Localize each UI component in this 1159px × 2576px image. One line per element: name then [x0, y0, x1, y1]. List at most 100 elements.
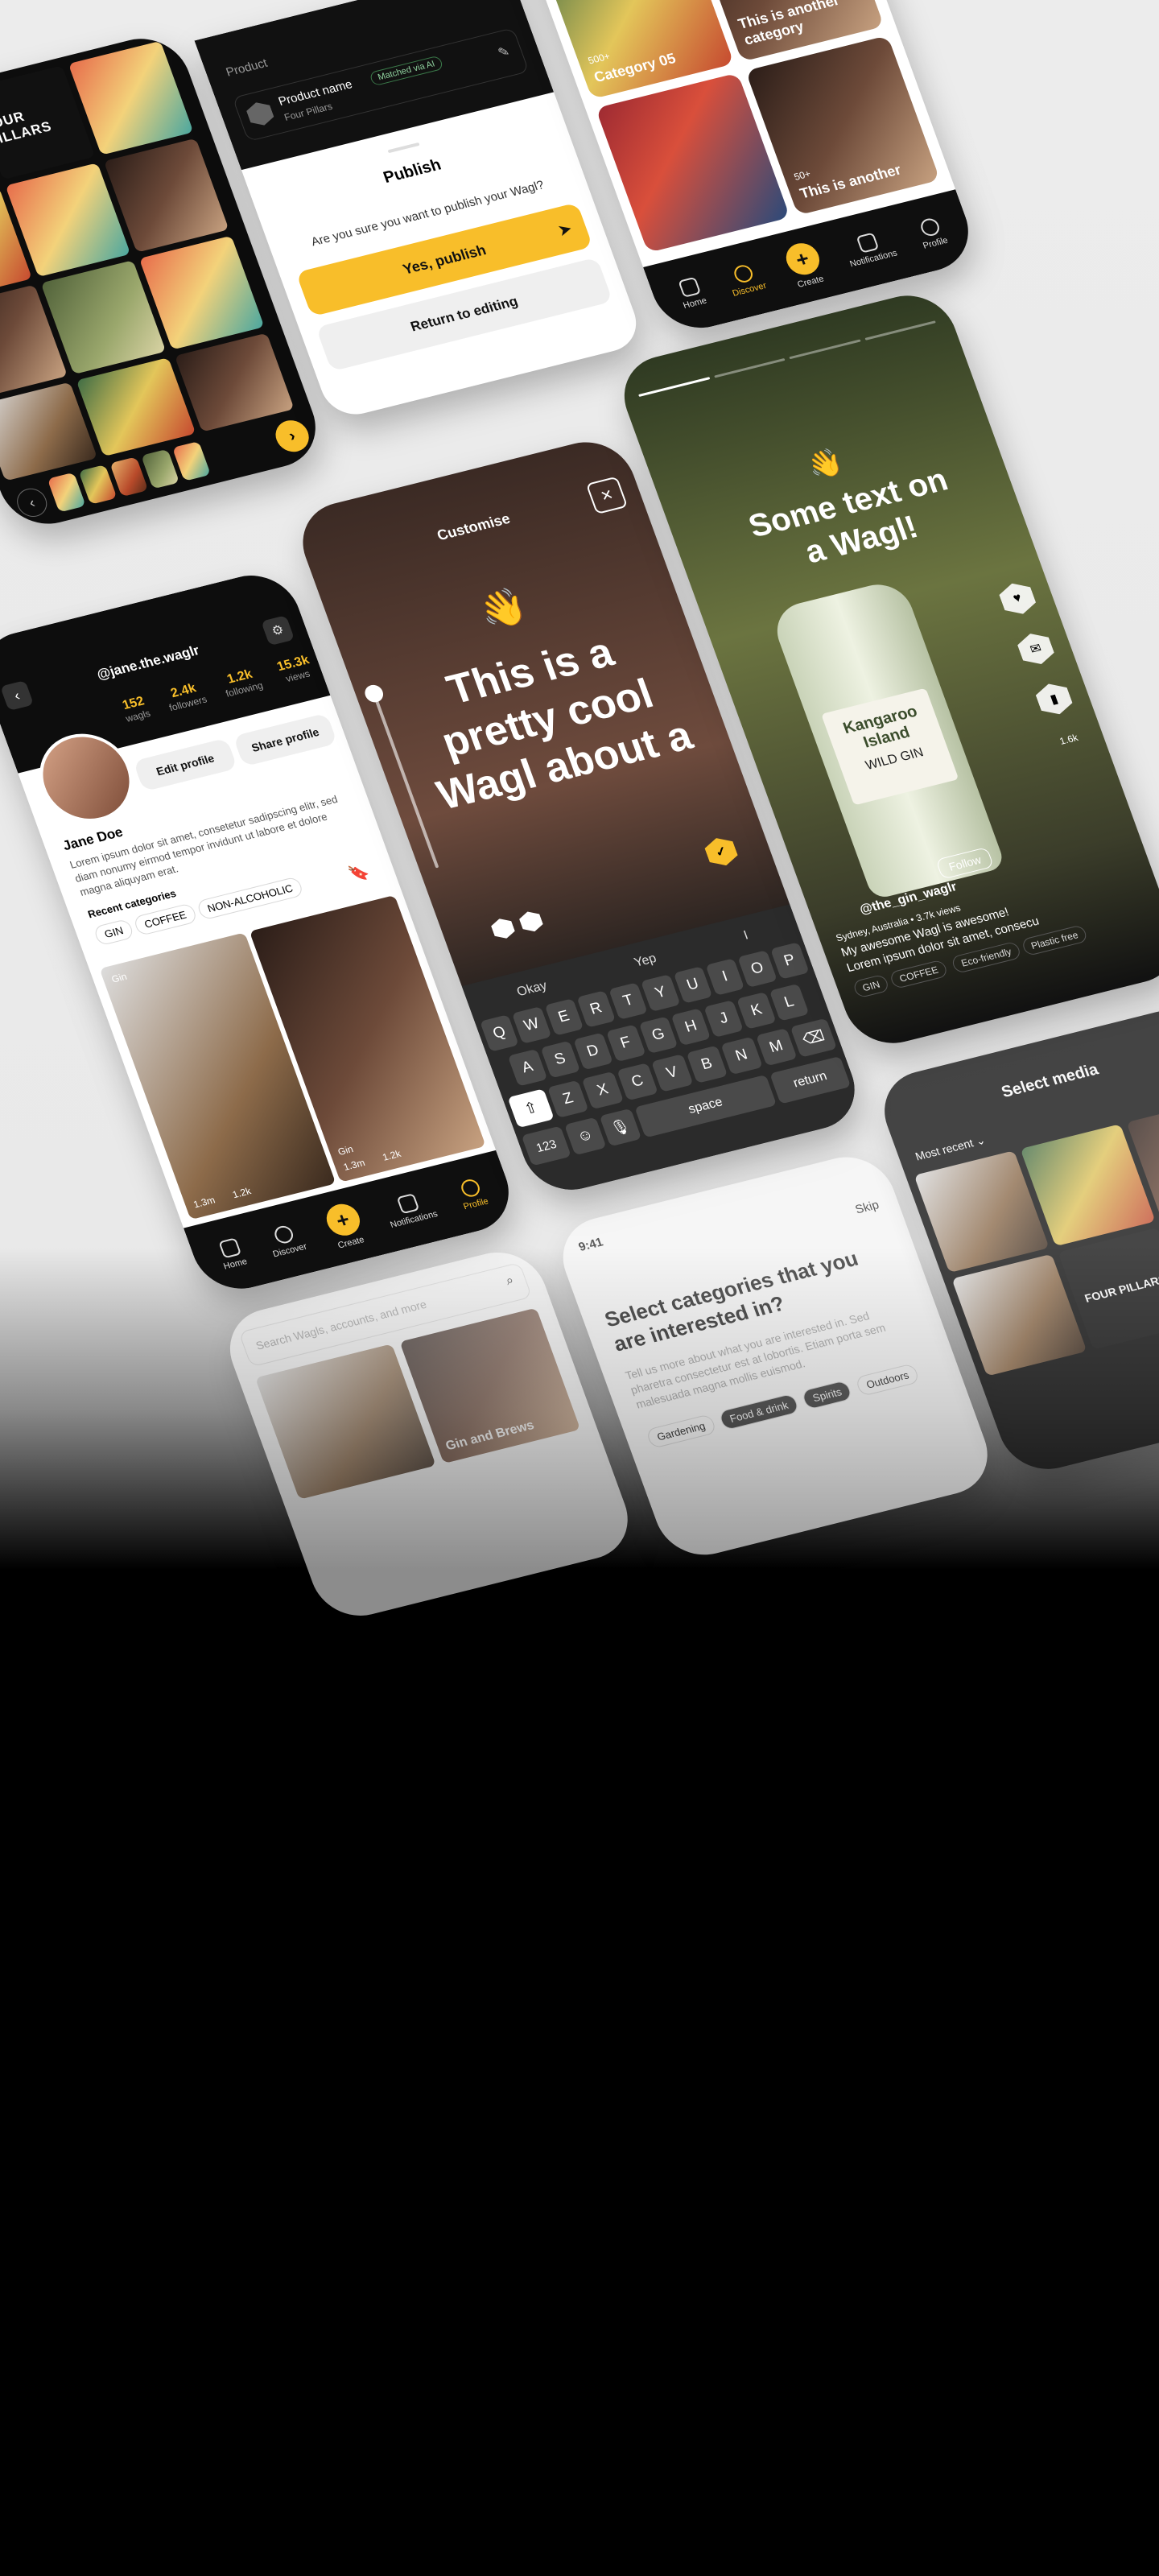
chip-gin[interactable]: GIN	[93, 918, 135, 947]
return-key[interactable]: return	[769, 1055, 852, 1104]
side-actions: ♥ ✉ ▮ 1.6k	[996, 580, 1087, 749]
shift-key[interactable]: ⇧	[507, 1088, 555, 1129]
key[interactable]: W	[512, 1006, 552, 1044]
key[interactable]: C	[617, 1063, 659, 1101]
key[interactable]: J	[703, 1000, 744, 1038]
bottle-label: Kangaroo Island WILD GIN	[821, 687, 959, 806]
key[interactable]: E	[544, 998, 584, 1036]
key[interactable]: L	[769, 983, 810, 1022]
edit-profile-button[interactable]: Edit profile	[133, 737, 238, 792]
tile-tag: Gin	[336, 1143, 355, 1158]
avatar-icon	[918, 217, 942, 238]
chip-non-alcoholic[interactable]: NON-ALCOHOLIC	[196, 876, 305, 921]
phone-collage: FOUR PILLARS ‹ › Product Product name Fo…	[0, 0, 1159, 1625]
strip-thumb[interactable]	[171, 441, 211, 481]
chip-coffee[interactable]: COFFEE	[889, 959, 949, 989]
key[interactable]: R	[576, 990, 617, 1028]
back-button[interactable]: ‹	[13, 485, 52, 520]
key[interactable]: U	[673, 966, 713, 1004]
suggestion[interactable]: Okay	[515, 979, 549, 1000]
chevron-down-icon: ⌄	[973, 1133, 988, 1148]
category-count: 500+	[586, 50, 612, 67]
key[interactable]: F	[605, 1024, 646, 1063]
nav-create[interactable]: + Create	[781, 240, 828, 291]
nav-profile[interactable]: Profile	[455, 1177, 490, 1212]
strip-thumb[interactable]	[109, 456, 149, 497]
nav-create[interactable]: + Create	[321, 1200, 369, 1252]
chip-gin[interactable]: GIN	[852, 973, 891, 999]
key[interactable]: O	[737, 950, 777, 988]
emoji-key[interactable]: ☺	[564, 1117, 607, 1156]
option-food-drink[interactable]: Food & drink	[718, 1393, 800, 1431]
confirm-label: Yes, publish	[400, 241, 489, 278]
skip-button[interactable]: Skip	[853, 1198, 881, 1216]
confirm-check-icon[interactable]: ✓	[702, 835, 740, 869]
key[interactable]: M	[755, 1028, 798, 1067]
option-outdoors[interactable]: Outdoors	[854, 1363, 921, 1397]
nav-profile[interactable]: Profile	[914, 216, 950, 251]
key[interactable]: B	[686, 1045, 728, 1084]
sheet-handle	[387, 142, 420, 154]
progress-segment	[713, 357, 786, 378]
key[interactable]: T	[608, 982, 649, 1020]
key[interactable]: P	[769, 942, 810, 980]
nav-home[interactable]: Home	[674, 276, 708, 311]
strip-thumb[interactable]	[141, 448, 180, 489]
nav-discover[interactable]: Discover	[724, 261, 768, 299]
key[interactable]: Z	[547, 1080, 589, 1118]
key[interactable]: Q	[480, 1014, 520, 1052]
strip-thumb[interactable]	[47, 472, 86, 513]
key[interactable]: K	[736, 991, 777, 1030]
comment-icon[interactable]: ✉	[1015, 630, 1058, 667]
key[interactable]: H	[670, 1008, 711, 1046]
key[interactable]: G	[638, 1016, 678, 1055]
edit-icon[interactable]: ✎	[496, 43, 512, 61]
nav-home[interactable]: Home	[215, 1237, 249, 1272]
tile-views: 1.3m	[341, 1157, 367, 1173]
key[interactable]: X	[582, 1071, 625, 1110]
suggestion[interactable]: I	[742, 929, 751, 943]
product-section-label: Product	[224, 56, 270, 80]
nav-notifications[interactable]: Notifications	[382, 1190, 439, 1230]
bold-icon[interactable]	[518, 909, 545, 934]
stat-following[interactable]: 1.2k following	[219, 666, 265, 700]
key[interactable]: V	[651, 1054, 694, 1092]
product-hex-icon	[245, 100, 276, 129]
suggestion[interactable]: Yep	[633, 952, 658, 971]
progress-segment	[638, 377, 710, 397]
option-gardening[interactable]: Gardening	[645, 1414, 717, 1449]
keyboard: Okay Yep I QWERTYUIOP ASDFGHJKL ⇧ ZXCVBN…	[461, 904, 868, 1199]
category-count: 50+	[792, 167, 813, 183]
key[interactable]: A	[507, 1048, 548, 1087]
key[interactable]: Y	[641, 974, 681, 1012]
slider-handle[interactable]	[362, 683, 386, 704]
bookmark-icon[interactable]: 🔖	[345, 861, 372, 885]
stat-views[interactable]: 15.3k views	[275, 653, 316, 685]
option-spirits[interactable]: Spirits	[801, 1379, 854, 1410]
progress-segment	[864, 320, 936, 341]
key[interactable]: S	[540, 1040, 580, 1079]
stat-wagls[interactable]: 152 wagls	[119, 694, 152, 724]
grid-photo[interactable]	[76, 357, 196, 457]
key[interactable]: I	[705, 958, 745, 996]
bookmark-icon[interactable]: ▮	[1033, 680, 1075, 718]
key[interactable]: N	[720, 1036, 763, 1075]
next-button[interactable]: ›	[270, 416, 314, 456]
send-icon: ➤	[556, 220, 574, 238]
nav-discover[interactable]: Discover	[264, 1222, 308, 1259]
strip-thumb[interactable]	[78, 464, 118, 505]
create-icon: +	[321, 1200, 365, 1240]
align-icon[interactable]	[489, 916, 517, 941]
numbers-key[interactable]: 123	[521, 1125, 571, 1166]
chip-coffee[interactable]: COFFEE	[132, 902, 198, 937]
stat-followers[interactable]: 2.4k followers	[163, 680, 208, 713]
grid-photo[interactable]	[174, 332, 295, 432]
discover-icon	[272, 1224, 296, 1245]
mic-key[interactable]: 🎙	[599, 1108, 642, 1147]
key[interactable]: D	[573, 1032, 613, 1071]
nav-notifications[interactable]: Notifications	[841, 229, 899, 269]
backspace-key[interactable]: ⌫	[790, 1018, 838, 1058]
share-profile-button[interactable]: Share profile	[233, 712, 338, 767]
like-icon[interactable]: ♥	[996, 580, 1039, 617]
product-row[interactable]: Product name Four Pillars Matched via AI…	[232, 27, 530, 142]
